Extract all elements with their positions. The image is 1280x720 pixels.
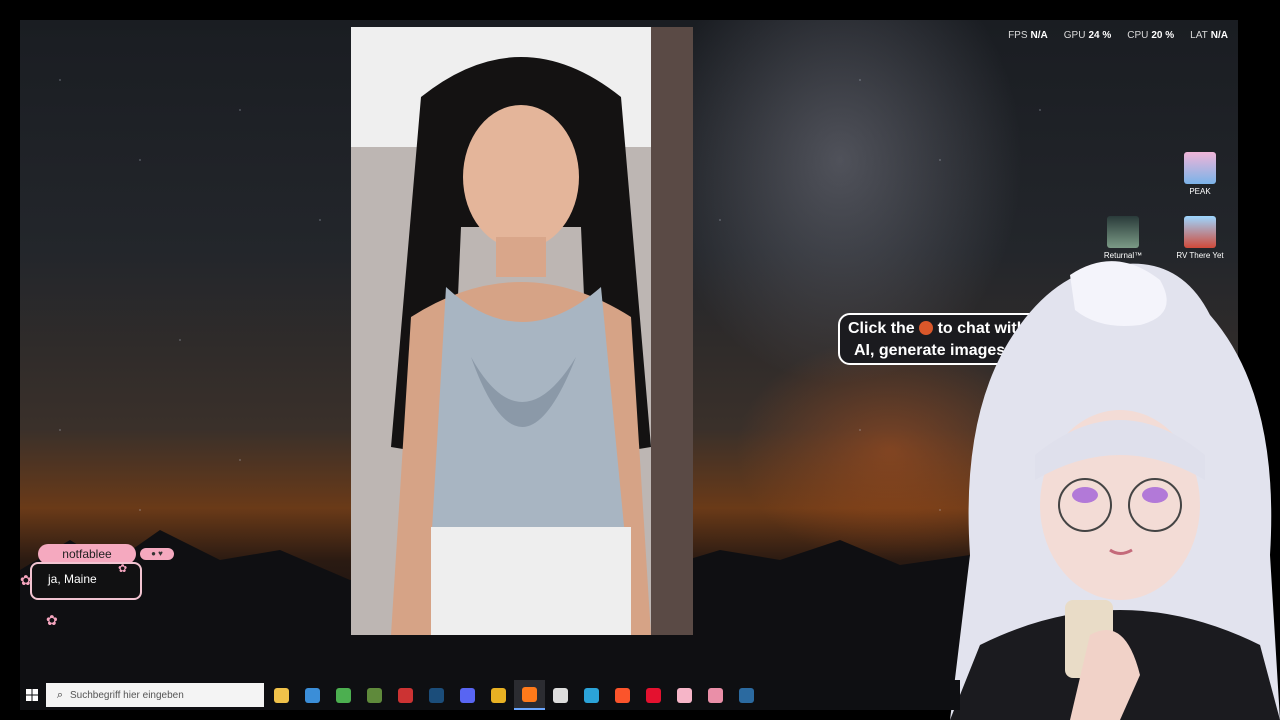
stat-value: N/A: [1210, 30, 1228, 41]
taskbar-app-button[interactable]: [607, 680, 638, 710]
taskbar-app-button[interactable]: [297, 680, 328, 710]
file-explorer-icon: [274, 687, 289, 703]
taskbar-app-button[interactable]: [328, 680, 359, 710]
desktop-icon-peak[interactable]: PEAK: [1168, 152, 1232, 196]
windows-logo-icon: [26, 689, 38, 701]
image-viewer-icon: [677, 687, 692, 703]
stat-value: N/A: [1030, 30, 1048, 41]
steam-icon-2: [739, 687, 754, 703]
peak-game-icon: [1184, 152, 1216, 184]
chrome-icon: [491, 687, 506, 703]
taskbar-app-button[interactable]: [483, 680, 514, 710]
performance-overlay: FPS N/A GPU 24 % CPU 20 % LAT N/A: [1008, 30, 1228, 41]
rv-there-yet-game-icon: [1184, 216, 1216, 248]
latency-stat: LAT N/A: [1190, 30, 1228, 41]
taskbar-app-button[interactable]: [545, 680, 576, 710]
search-placeholder: Suchbegriff hier eingeben: [70, 689, 184, 701]
stat-label: LAT: [1190, 30, 1208, 41]
stream-deck-icon: [398, 687, 413, 703]
chat-user-badges: ● ♥: [140, 548, 174, 560]
blossom-decoration-icon: ✿: [118, 563, 128, 575]
taskbar-app-button[interactable]: [576, 680, 607, 710]
blossom-decoration-icon: ✿: [20, 572, 32, 588]
chat-username: notfablee: [62, 547, 112, 561]
video-player[interactable]: [351, 27, 693, 635]
desktop-icon-returnal[interactable]: Returnal™: [1091, 216, 1155, 260]
firefox-icon: [522, 686, 537, 702]
gpu-stat: GPU 24 %: [1064, 30, 1111, 41]
desktop-icon-label: PEAK: [1189, 187, 1211, 196]
taskbar-app-button[interactable]: [390, 680, 421, 710]
fps-stat: FPS N/A: [1008, 30, 1048, 41]
taskbar-app-button[interactable]: [700, 680, 731, 710]
taskbar-app-button[interactable]: [421, 680, 452, 710]
chat-message: ja, Maine: [48, 572, 97, 586]
desktop-icon-rv-there-yet[interactable]: RV There Yet: [1168, 216, 1232, 260]
chat-username-badge: notfablee: [38, 544, 136, 564]
stat-label: FPS: [1008, 30, 1028, 41]
blossom-decoration-icon: ✿: [46, 612, 58, 628]
opera-icon: [646, 687, 661, 703]
returnal-game-icon: [1107, 216, 1139, 248]
screen: FPS N/A GPU 24 % CPU 20 % LAT N/A PEAK Retur…: [0, 0, 1280, 720]
taskbar: ⌕ Suchbegriff hier eingeben: [20, 680, 960, 710]
minecraft-icon: [367, 687, 382, 703]
ai-tooltip-text: Click the: [848, 320, 915, 337]
taskbar-app-button[interactable]: [359, 680, 390, 710]
video-frame-woman: [351, 27, 693, 635]
taskbar-app-button[interactable]: [669, 680, 700, 710]
edge-icon: [584, 687, 599, 703]
windows-start-button[interactable]: [20, 680, 44, 710]
stat-label: CPU: [1127, 30, 1149, 41]
taskbar-pinned-apps: [266, 680, 762, 710]
pink-app-icon: [708, 687, 723, 703]
taskbar-app-button[interactable]: [452, 680, 483, 710]
stat-label: GPU: [1063, 30, 1086, 41]
stat-value: 20 %: [1151, 30, 1175, 41]
taskbar-search-box[interactable]: ⌕ Suchbegriff hier eingeben: [46, 683, 264, 707]
steam-icon: [429, 687, 444, 703]
cpu-stat: CPU 20 %: [1127, 30, 1174, 41]
obs-icon: [553, 687, 568, 703]
brave-icon: [615, 687, 630, 703]
ai-chat-icon: [919, 321, 934, 335]
search-icon: ⌕: [56, 688, 64, 701]
taskbar-app-button[interactable]: [266, 680, 297, 710]
discord-icon: [460, 687, 475, 703]
android-studio-icon: [336, 687, 351, 703]
stat-value: 24 %: [1088, 30, 1112, 41]
store-icon: [305, 687, 320, 703]
vtuber-avatar: [950, 261, 1280, 720]
taskbar-app-button[interactable]: [514, 680, 545, 710]
taskbar-app-button[interactable]: [638, 680, 669, 710]
taskbar-app-button[interactable]: [731, 680, 762, 710]
